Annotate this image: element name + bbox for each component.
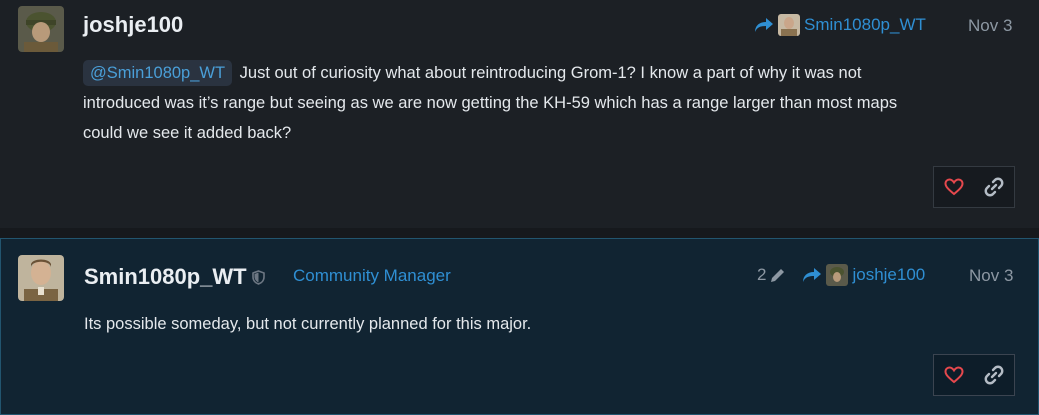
username[interactable]: joshje100: [83, 12, 183, 38]
mention-link[interactable]: @Smin1080p_WT: [83, 60, 233, 86]
body-line: could we see it added back?: [83, 124, 292, 142]
post-body: @Smin1080p_WT Just out of curiosity what…: [83, 58, 1023, 148]
post-smin1080p: Smin1080p_WT Community Manager 2 joshje1: [0, 238, 1039, 415]
post-meta: 2 joshje100: [757, 264, 925, 286]
edit-count: 2: [757, 265, 767, 284]
post-actions: [933, 354, 1015, 396]
username[interactable]: Smin1080p_WT: [84, 264, 247, 290]
user-title[interactable]: Community Manager: [293, 266, 451, 286]
edit-history-button[interactable]: 2: [757, 265, 786, 285]
pencil-icon: [771, 268, 785, 282]
like-button[interactable]: [934, 167, 974, 207]
post-divider: [0, 228, 1039, 238]
heart-icon: [944, 178, 964, 196]
reply-username: joshje100: [852, 265, 926, 284]
post-actions: [933, 166, 1015, 208]
reply-avatar: [826, 264, 849, 286]
like-button[interactable]: [934, 355, 974, 395]
reply-arrow-icon: [803, 268, 822, 282]
post-date[interactable]: Nov 3: [968, 16, 1012, 36]
reply-to[interactable]: Smin1080p_WT: [754, 14, 926, 36]
reply-avatar: [778, 14, 800, 36]
reply-username: Smin1080p_WT: [804, 15, 926, 34]
reply-to[interactable]: joshje100: [802, 264, 925, 286]
avatar[interactable]: [18, 255, 64, 301]
post-joshje100: joshje100 Smin1080p_WT Nov 3 @Smin1080p_…: [0, 0, 1039, 228]
copy-link-button[interactable]: [974, 167, 1014, 207]
reply-arrow-icon: [755, 18, 773, 32]
link-icon: [984, 365, 1004, 385]
post-body: Its possible someday, but not currently …: [84, 315, 532, 333]
copy-link-button[interactable]: [974, 355, 1014, 395]
post-date[interactable]: Nov 3: [969, 266, 1013, 286]
link-icon: [984, 177, 1004, 197]
avatar[interactable]: [18, 6, 64, 52]
shield-icon: [252, 270, 265, 285]
body-line: Just out of curiosity what about reintro…: [239, 64, 862, 82]
heart-icon: [944, 366, 964, 384]
body-line: introduced was it’s range but seeing as …: [83, 94, 898, 112]
